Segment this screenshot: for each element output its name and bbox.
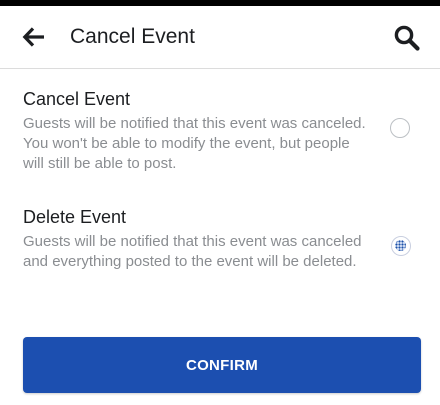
app-bar: Cancel Event: [0, 6, 440, 69]
search-button[interactable]: [393, 24, 421, 52]
page-title: Cancel Event: [70, 25, 195, 48]
option-cancel-event[interactable]: Cancel Event Guests will be notified tha…: [23, 88, 418, 174]
back-arrow-icon: [22, 27, 44, 47]
option-title: Cancel Event: [23, 89, 131, 109]
option-delete-event[interactable]: Delete Event Guests will be notified tha…: [23, 206, 418, 272]
cancel-event-screen: Cancel Event Cancel Event Guests will be…: [0, 0, 440, 405]
option-description: Guests will be notified that this event …: [23, 233, 362, 270]
back-button[interactable]: [22, 24, 48, 50]
option-description: Guests will be notified that this event …: [23, 115, 366, 172]
option-title: Delete Event: [23, 207, 127, 227]
radio-selected-dot: [395, 240, 406, 251]
search-icon: [394, 25, 420, 51]
confirm-button[interactable]: CONFIRM: [23, 337, 421, 393]
cancel-event-radio[interactable]: [390, 118, 410, 138]
delete-event-radio[interactable]: [391, 236, 411, 256]
